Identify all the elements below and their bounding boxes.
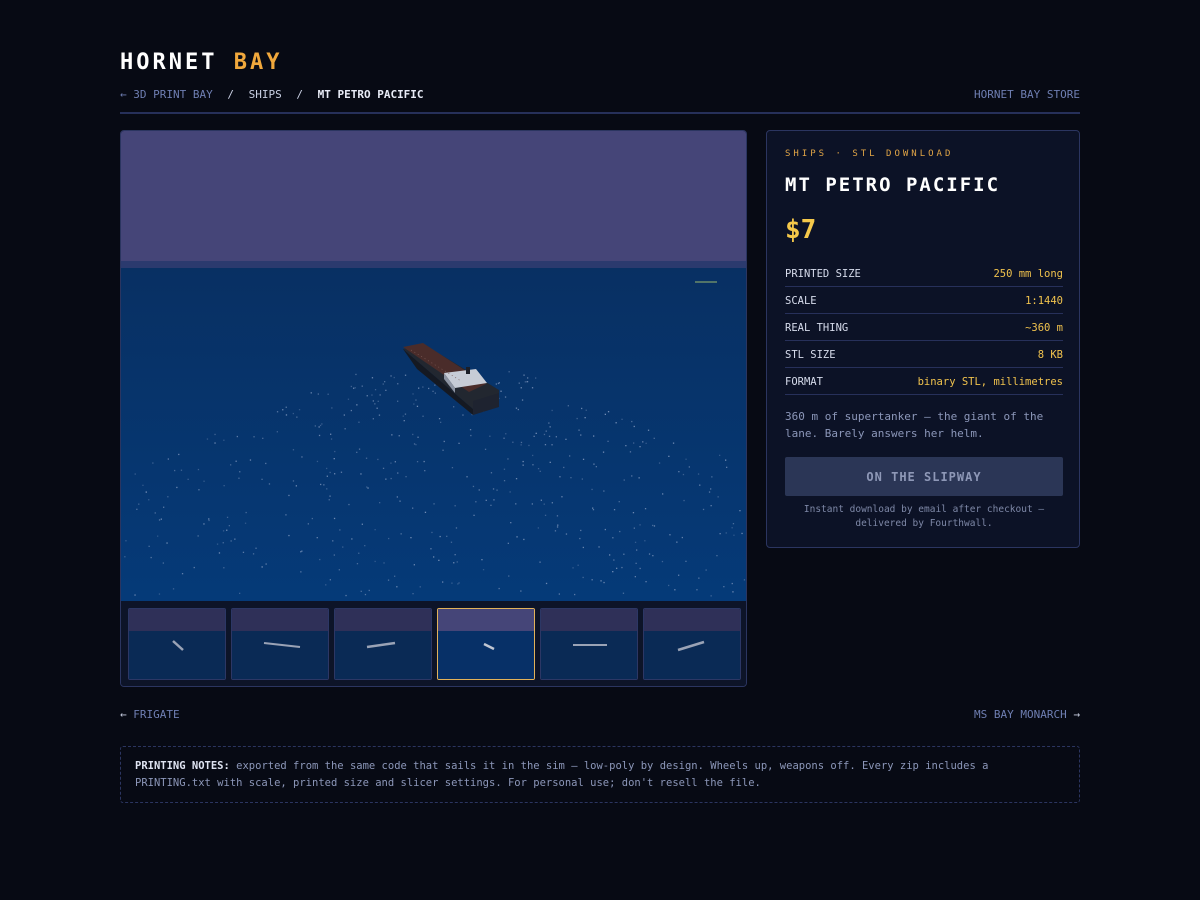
store-link[interactable]: HORNET BAY STORE <box>974 88 1080 101</box>
product-page: HORNET BAY ← 3D PRINT BAY / SHIPS / MT P… <box>120 0 1080 900</box>
spec-row: FORMAT binary STL, millimetres <box>785 368 1063 395</box>
printing-notes-text: exported from the same code that sails i… <box>135 760 989 789</box>
spec-table: PRINTED SIZE 250 mm long SCALE 1:1440 RE… <box>785 260 1063 395</box>
prev-product-link[interactable]: ← FRIGATE <box>120 708 180 721</box>
spec-value: binary STL, millimetres <box>917 376 1063 388</box>
spec-label: SCALE <box>785 295 817 307</box>
breadcrumb-category-link[interactable]: SHIPS <box>249 88 282 101</box>
spec-label: REAL THING <box>785 322 849 334</box>
spec-label: PRINTED SIZE <box>785 268 861 280</box>
spec-row: PRINTED SIZE 250 mm long <box>785 260 1063 287</box>
spec-label: FORMAT <box>785 376 823 388</box>
printing-notes-label: PRINTING NOTES: <box>135 760 230 772</box>
arrow-right-icon: → <box>1073 708 1080 721</box>
product-panel: SHIPS · STL DOWNLOAD MT PETRO PACIFIC $7… <box>766 130 1080 548</box>
sky <box>121 131 746 267</box>
brand-accent: BAY <box>233 50 283 75</box>
spec-value: 250 mm long <box>993 268 1063 280</box>
thumbnail-4[interactable] <box>437 608 535 680</box>
delivery-note: Instant download by email after checkout… <box>803 504 1045 529</box>
slipway-button[interactable]: ON THE SLIPWAY <box>785 457 1063 496</box>
next-product-link[interactable]: MS BAY MONARCH → <box>974 708 1080 721</box>
product-description: 360 m of supertanker — the giant of the … <box>785 410 1044 440</box>
thumbnail-strip <box>121 601 746 686</box>
spec-value: 8 KB <box>1037 349 1063 361</box>
spec-row: SCALE 1:1440 <box>785 287 1063 314</box>
prev-product-label: FRIGATE <box>133 708 180 721</box>
thumbnail-6[interactable] <box>643 608 741 680</box>
breadcrumb-current: MT PETRO PACIFIC <box>317 88 424 101</box>
breadcrumb-back-link[interactable]: ← 3D PRINT BAY <box>120 88 213 101</box>
main-preview-image[interactable] <box>121 131 746 601</box>
thumbnail-2[interactable] <box>231 608 329 680</box>
breadcrumb-separator: / <box>227 88 234 101</box>
header-divider <box>120 112 1080 114</box>
brand-name: HORNET <box>120 50 218 75</box>
spec-value: ~360 m <box>1025 322 1063 334</box>
thumbnail-1[interactable] <box>128 608 226 680</box>
thumbnail-5[interactable] <box>540 608 638 680</box>
product-category: SHIPS · STL DOWNLOAD <box>785 149 954 159</box>
breadcrumb: ← 3D PRINT BAY / SHIPS / MT PETRO PACIFI… <box>120 88 1080 104</box>
spec-row: STL SIZE 8 KB <box>785 341 1063 368</box>
arrow-left-icon: ← <box>120 708 127 721</box>
spec-label: STL SIZE <box>785 349 836 361</box>
model-viewer[interactable] <box>120 130 747 687</box>
spec-row: REAL THING ~360 m <box>785 314 1063 341</box>
thumbnail-3[interactable] <box>334 608 432 680</box>
horizon-haze <box>121 261 746 269</box>
product-price: $7 <box>785 215 817 245</box>
spec-value: 1:1440 <box>1025 295 1063 307</box>
printing-notes: PRINTING NOTES: exported from the same c… <box>120 746 1080 803</box>
next-product-label: MS BAY MONARCH <box>974 708 1067 721</box>
breadcrumb-separator: / <box>296 88 303 101</box>
product-title: MT PETRO PACIFIC <box>785 174 1001 196</box>
brand-logo[interactable]: HORNET BAY <box>120 50 282 75</box>
